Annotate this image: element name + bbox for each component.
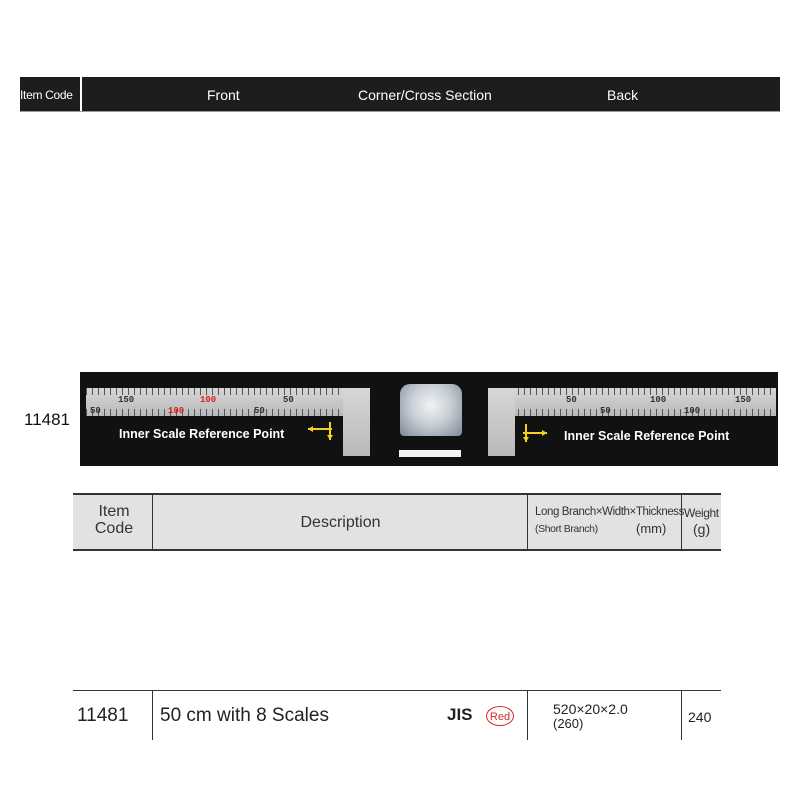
row-jis-mark: JIS [447,705,473,724]
column-divider [152,495,153,550]
back-ruler-ticks-top [488,388,776,395]
th-weight-unit: (g) [693,521,711,537]
th-weight: Weight [684,506,719,520]
column-divider [527,691,528,740]
row-item-code: 11481 [77,705,129,726]
back-ruler-number: 150 [735,395,752,405]
row-dimensions: 520×20×2.0 [553,701,628,717]
column-divider [527,495,528,550]
back-ruler-number: 50 [600,406,611,416]
cross-section-bar [399,450,461,457]
header-underline [20,111,780,112]
back-ruler-number: 50 [566,395,577,405]
th-dimensions: Long Branch×Width×Thickness [535,506,685,518]
th-item-code-line1: Item [98,503,130,520]
header-corner-cross-section: Corner/Cross Section [358,87,492,103]
front-ruler-number: 50 [254,406,265,416]
band-code-column: 11481 [20,372,80,466]
row-short-branch: (260) [553,716,584,731]
column-divider [152,691,153,740]
catalog-header-bar: Item Code Front Corner/Cross Section Bac… [20,77,780,111]
band-item-code: 11481 [24,410,71,429]
back-reference-arrow-icon [523,424,547,442]
table-rule [73,493,721,495]
front-ruler-number: 50 [90,406,101,416]
table-row-rule [73,690,721,691]
front-ruler-number: 100 [168,406,185,416]
th-description: Description [300,514,381,531]
row-weight: 240 [688,709,712,725]
front-ruler-number: 100 [200,395,217,405]
column-divider [681,691,682,740]
column-divider [681,495,682,550]
back-ruler-long-arm [488,388,776,416]
header-front: Front [207,87,240,103]
back-ruler-number: 100 [650,395,667,405]
th-short-branch: (Short Branch) [535,523,598,535]
back-ruler-ticks-bottom [488,409,776,416]
band-divider [80,372,82,466]
front-ruler-ticks-bottom [86,409,370,416]
back-ruler-short-arm [488,388,515,456]
corner-cross-section-image [400,384,462,436]
front-reference-arrow-icon [308,422,333,440]
front-ruler-number: 50 [283,395,294,405]
front-ruler-short-arm [343,388,370,456]
front-ruler-ticks-top [86,388,370,395]
front-inner-scale-reference-label: Inner Scale Reference Point [119,427,285,441]
header-item-code: Item Code [20,88,73,102]
header-divider [80,77,82,111]
header-back: Back [607,87,639,103]
row-description: 50 cm with 8 Scales [160,705,329,726]
row-red-badge: Red [486,706,514,726]
front-ruler-number: 150 [118,395,135,405]
th-item-code: Item Code [75,503,153,537]
back-inner-scale-reference-label: Inner Scale Reference Point [564,429,730,443]
th-unit: (mm) [636,521,667,536]
back-ruler-number: 100 [684,406,701,416]
table-rule [73,549,721,551]
th-item-code-line2: Code [94,520,134,537]
